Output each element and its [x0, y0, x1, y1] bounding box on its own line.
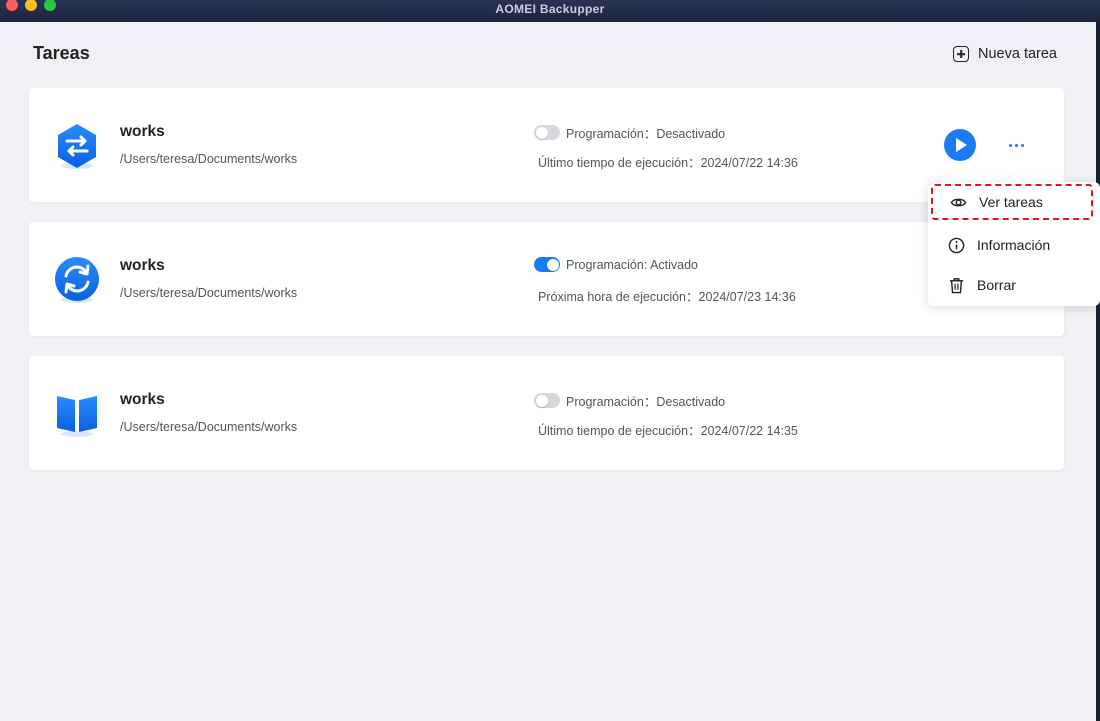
menu-item-label: Información: [977, 237, 1051, 253]
task-card[interactable]: works /Users/teresa/Documents/works Prog…: [29, 356, 1064, 470]
task-name: works: [120, 123, 165, 140]
task-path: /Users/teresa/Documents/works: [120, 286, 298, 300]
menu-item-label: Ver tareas: [979, 194, 1043, 210]
menu-item-information[interactable]: Información: [928, 227, 1100, 263]
trash-icon: [949, 277, 964, 293]
task-card[interactable]: works /Users/teresa/Documents/works Prog…: [29, 88, 1064, 202]
task-card[interactable]: works /Users/teresa/Documents/works Prog…: [29, 222, 1064, 336]
task-path: /Users/teresa/Documents/works: [120, 420, 298, 434]
schedule-toggle[interactable]: [534, 125, 560, 140]
dot-icon: [1008, 143, 1012, 147]
schedule-label: Programación：Desactivado: [566, 127, 726, 141]
backup-circle-icon: [55, 257, 99, 303]
new-task-label: Nueva tarea: [978, 46, 1057, 62]
schedule-status: Programación: Activado: [534, 257, 698, 272]
schedule-label: Programación: Activado: [566, 257, 699, 272]
dot-icon: [1014, 143, 1018, 147]
eye-icon: [950, 198, 967, 206]
last-run-time: Último tiempo de ejecución：2024/07/22 14…: [538, 156, 798, 170]
window-titlebar: AOMEI Backupper: [0, 0, 1100, 22]
more-options-button[interactable]: [1006, 135, 1026, 155]
menu-item-delete[interactable]: Borrar: [928, 267, 1100, 303]
next-run-time: Próxima hora de ejecución：2024/07/23 14:…: [538, 290, 796, 304]
menu-item-label: Borrar: [977, 277, 1016, 293]
page-title: Tareas: [33, 43, 90, 63]
new-task-button[interactable]: Nueva tarea: [953, 44, 1057, 64]
close-window-button[interactable]: [6, 0, 18, 11]
task-path: /Users/teresa/Documents/works: [120, 152, 298, 166]
window-title: AOMEI Backupper: [495, 2, 605, 16]
task-name: works: [120, 391, 165, 408]
window-edge: [1096, 22, 1100, 721]
info-icon: [948, 237, 965, 253]
maximize-window-button[interactable]: [44, 0, 56, 11]
plus-square-icon: [953, 46, 969, 62]
schedule-status: Programación：Desactivado: [534, 123, 725, 142]
dot-icon: [1020, 143, 1024, 147]
sync-hexagon-icon: [58, 124, 96, 169]
schedule-status: Programación：Desactivado: [534, 391, 725, 410]
run-task-button[interactable]: [944, 129, 976, 161]
window-controls: [6, 0, 56, 12]
schedule-toggle[interactable]: [534, 393, 560, 408]
task-context-menu: Ver tareas Información Borrar: [928, 173, 1100, 306]
last-run-time: Último tiempo de ejecución：2024/07/22 14…: [538, 424, 798, 438]
mirror-book-icon: [57, 396, 97, 437]
schedule-label: Programación：Desactivado: [566, 395, 726, 409]
schedule-toggle[interactable]: [534, 257, 560, 272]
menu-item-view-tasks[interactable]: Ver tareas: [931, 184, 1093, 220]
minimize-window-button[interactable]: [25, 0, 37, 11]
task-name: works: [120, 257, 165, 274]
